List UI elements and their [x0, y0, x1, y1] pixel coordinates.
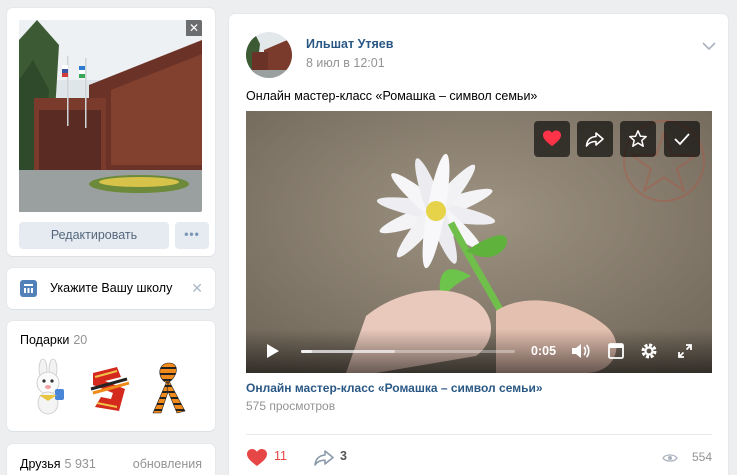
profile-photo[interactable]: ✕ — [19, 20, 202, 212]
share-button[interactable]: 3 — [313, 446, 353, 468]
video-time: 0:05 — [531, 344, 557, 358]
school-close-icon[interactable]: ✕ — [191, 280, 203, 297]
share-icon — [314, 450, 334, 466]
check-icon — [674, 133, 690, 146]
chevron-down-icon[interactable] — [702, 40, 716, 51]
post-card: Ильшат Утяев 8 июл в 12:01 Онлайн мастер… — [229, 14, 728, 475]
st-george-ribbon-gift[interactable] — [147, 359, 191, 417]
video-title-link[interactable]: Онлайн мастер-класс «Ромашка – символ се… — [246, 381, 543, 395]
eye-icon — [662, 454, 678, 462]
friends-updates-link[interactable]: обновления — [133, 457, 202, 471]
like-video-button[interactable] — [534, 121, 570, 157]
bunny-gift[interactable] — [27, 358, 71, 417]
profile-photo-image — [19, 20, 202, 212]
share-icon — [585, 132, 604, 147]
progress-fill — [301, 350, 312, 353]
video-player[interactable]: 0:05 — [246, 111, 712, 373]
gifts-count: 20 — [73, 333, 88, 347]
share-video-button[interactable] — [577, 121, 613, 157]
video-views: 575 просмотров — [246, 399, 336, 413]
heart-icon — [543, 130, 561, 146]
author-name[interactable]: Ильшат Утяев — [306, 37, 393, 51]
victory-ribbon-gift-image — [90, 367, 130, 411]
bunny-gift-image — [36, 358, 64, 415]
share-count: 3 — [340, 449, 347, 463]
victory-ribbon-gift[interactable] — [87, 359, 131, 417]
volume-icon[interactable] — [571, 342, 591, 360]
settings-icon[interactable] — [639, 341, 659, 361]
edit-profile-button[interactable]: Редактировать — [19, 222, 169, 249]
post-date[interactable]: 8 июл в 12:01 — [306, 56, 385, 70]
friends-header[interactable]: Друзья 5 931 — [20, 457, 96, 471]
post-text: Онлайн мастер-класс «Ромашка – символ се… — [246, 89, 538, 103]
play-icon[interactable] — [266, 343, 280, 359]
profile-card: ✕ Редактировать ••• — [7, 8, 215, 256]
gifts-card: Подарки 20 — [7, 321, 215, 431]
heart-icon — [247, 449, 267, 466]
st-george-ribbon-gift-image — [152, 362, 186, 414]
like-button[interactable]: 11 — [246, 446, 306, 468]
friends-card: Друзья 5 931 обновления — [7, 444, 215, 475]
school-icon — [20, 280, 37, 297]
post-divider — [246, 434, 712, 435]
star-icon — [629, 130, 647, 147]
author-avatar[interactable] — [246, 32, 292, 78]
fullscreen-icon[interactable] — [677, 343, 693, 359]
views-count: 554 — [691, 450, 712, 464]
school-prompt-card[interactable]: Укажите Вашу школу ✕ — [7, 268, 215, 309]
author-avatar-image — [246, 32, 292, 78]
photo-close-icon[interactable]: ✕ — [186, 20, 202, 36]
gifts-title: Подарки — [20, 333, 70, 347]
friends-title: Друзья — [20, 457, 61, 471]
progress-buffer — [301, 350, 396, 353]
video-controls: 0:05 — [246, 329, 712, 373]
watch-later-button[interactable] — [664, 121, 700, 157]
views-counter: 554 — [662, 449, 712, 467]
miniplayer-icon[interactable] — [608, 343, 624, 359]
more-options-button[interactable]: ••• — [175, 222, 209, 249]
like-count: 11 — [274, 449, 287, 463]
school-prompt-label[interactable]: Укажите Вашу школу — [50, 281, 172, 295]
friends-count: 5 931 — [64, 457, 96, 471]
gifts-header[interactable]: Подарки 20 — [20, 333, 87, 347]
bookmark-video-button[interactable] — [620, 121, 656, 157]
progress-bar[interactable] — [301, 350, 515, 353]
